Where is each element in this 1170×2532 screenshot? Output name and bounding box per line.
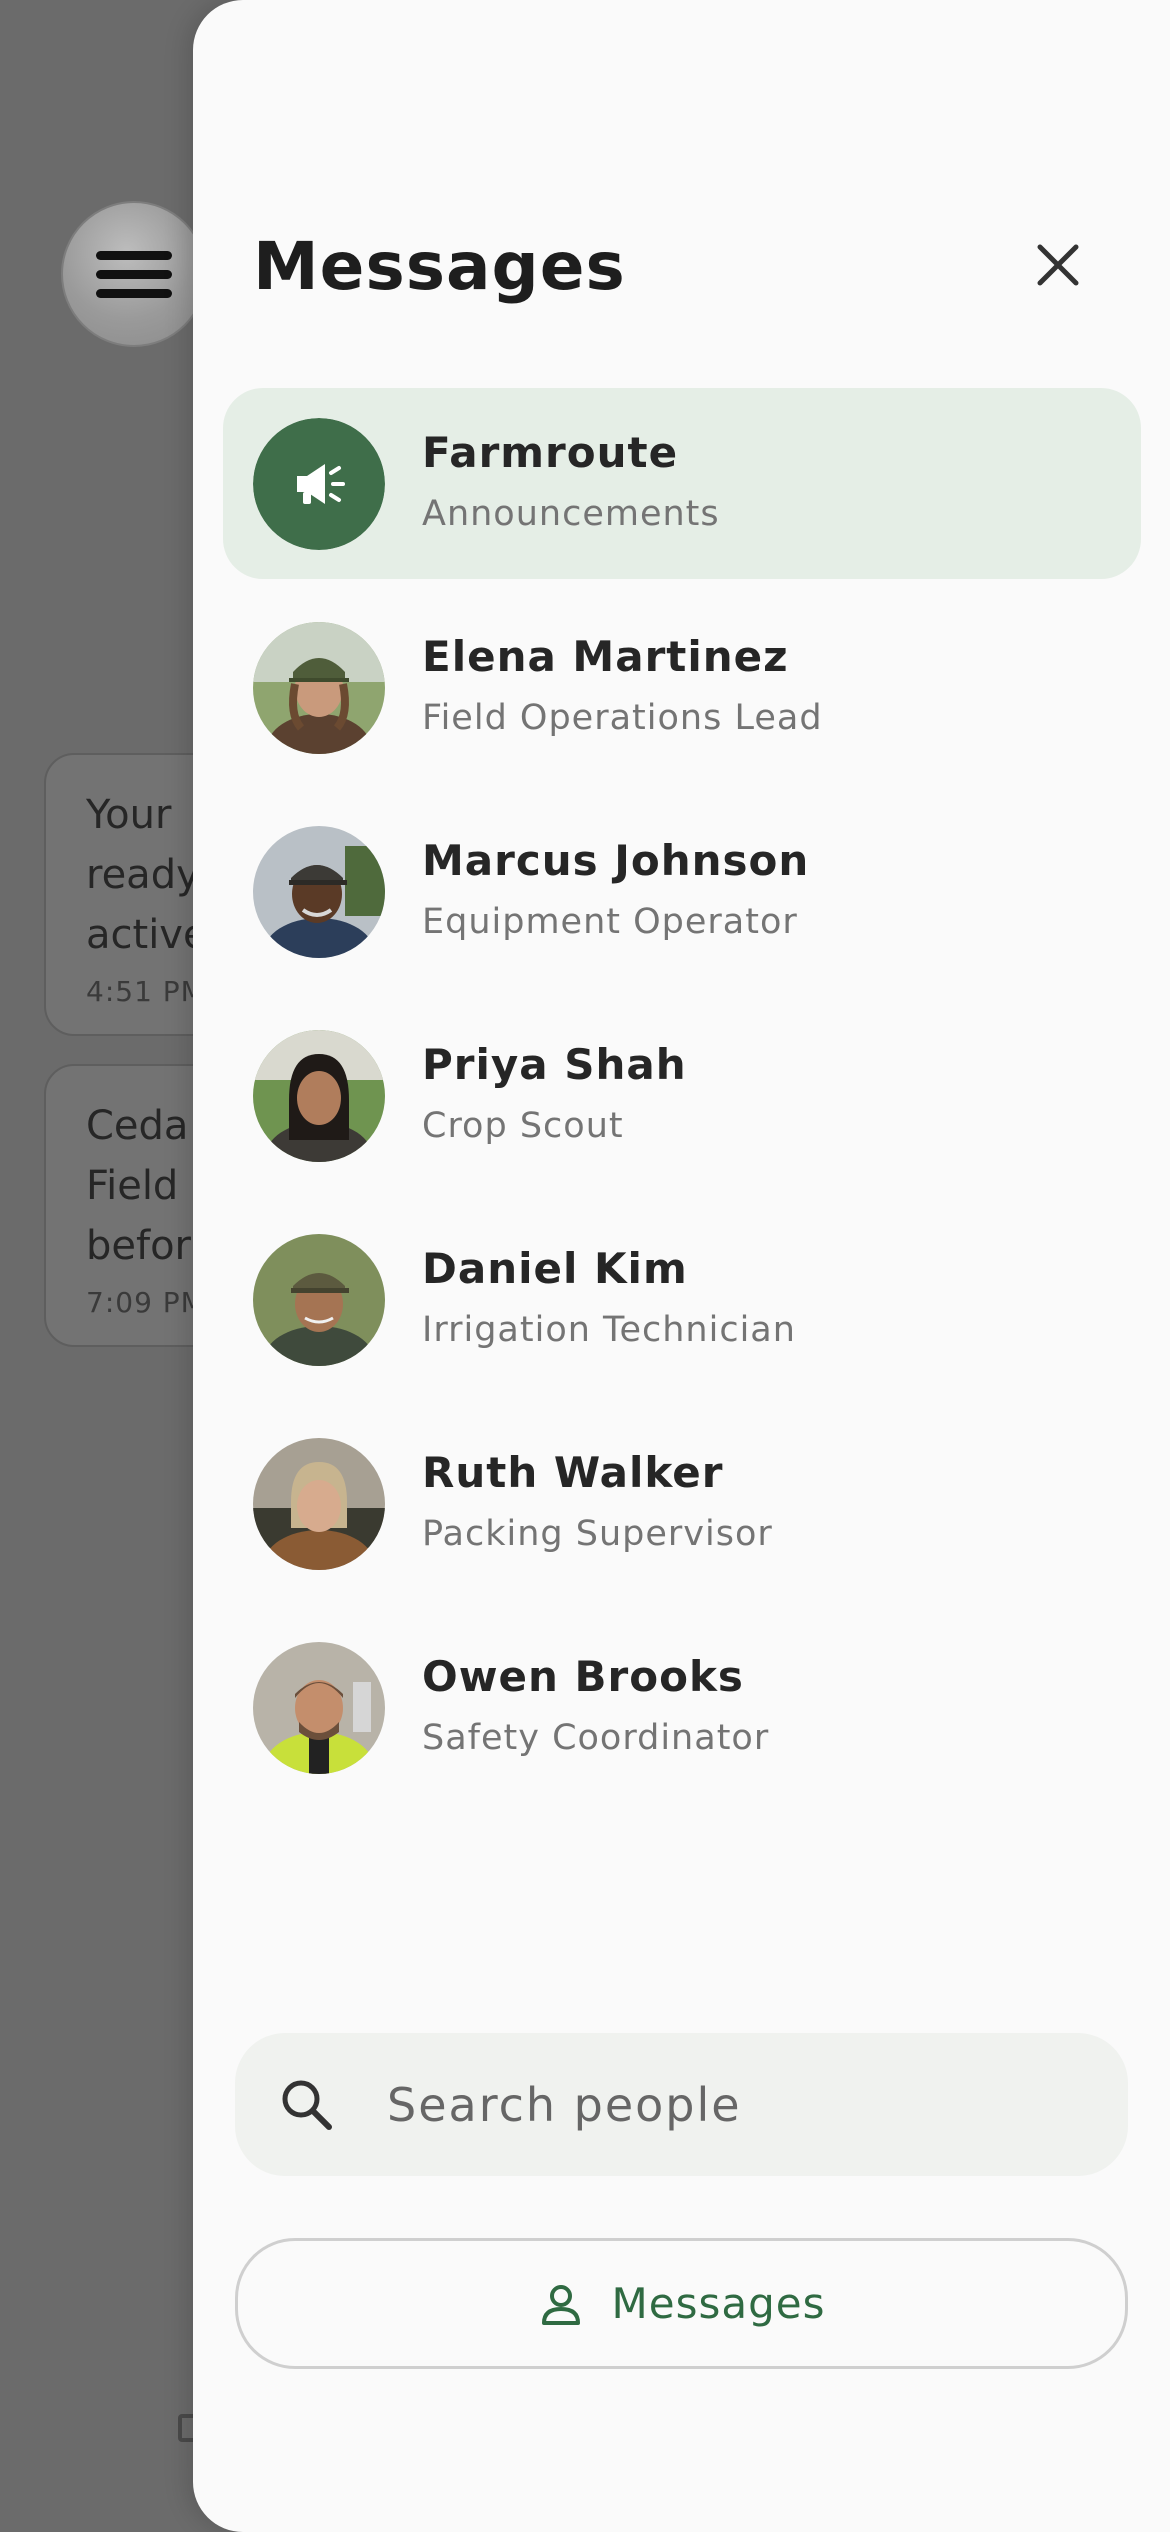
contact-role: Packing Supervisor xyxy=(422,1514,773,1554)
avatar xyxy=(253,826,385,958)
contact-item-daniel-kim[interactable]: Daniel Kim Irrigation Technician xyxy=(223,1204,1141,1395)
contact-role: Irrigation Technician xyxy=(422,1310,796,1350)
person-icon xyxy=(541,2284,580,2325)
contact-item-elena-martinez[interactable]: Elena Martinez Field Operations Lead xyxy=(223,592,1141,783)
search-field[interactable] xyxy=(235,2033,1128,2176)
contact-name: Elena Martinez xyxy=(422,632,789,681)
drawer-title: Messages xyxy=(253,228,626,305)
search-icon xyxy=(282,2080,332,2130)
contact-item-farmroute[interactable]: Farmroute Announcements xyxy=(223,388,1141,579)
contact-item-owen-brooks[interactable]: Owen Brooks Safety Coordinator xyxy=(223,1612,1141,1803)
contact-item-ruth-walker[interactable]: Ruth Walker Packing Supervisor xyxy=(223,1408,1141,1599)
contact-name: Farmroute xyxy=(422,428,679,477)
contact-role: Equipment Operator xyxy=(422,902,798,942)
contact-name: Ruth Walker xyxy=(422,1448,724,1497)
avatar xyxy=(253,622,385,754)
contact-role: Field Operations Lead xyxy=(422,698,823,738)
contact-name: Priya Shah xyxy=(422,1040,687,1089)
menu-button[interactable] xyxy=(61,201,207,347)
contact-role: Announcements xyxy=(422,494,720,534)
close-button[interactable] xyxy=(1023,230,1093,300)
contact-list: Farmroute Announcements Elena Martinez F… xyxy=(223,388,1141,1816)
avatar xyxy=(253,1234,385,1366)
megaphone-icon xyxy=(253,418,385,550)
contact-name: Marcus Johnson xyxy=(422,836,810,885)
avatar xyxy=(253,1438,385,1570)
contact-name: Owen Brooks xyxy=(422,1652,744,1701)
close-icon xyxy=(1037,244,1079,286)
search-input[interactable] xyxy=(385,2063,1089,2147)
messages-button-label: Messages xyxy=(611,2279,826,2328)
avatar xyxy=(253,1642,385,1774)
messages-button[interactable]: Messages xyxy=(235,2238,1128,2369)
contact-name: Daniel Kim xyxy=(422,1244,688,1293)
contact-role: Crop Scout xyxy=(422,1106,624,1146)
contact-item-priya-shah[interactable]: Priya Shah Crop Scout xyxy=(223,1000,1141,1191)
messages-drawer: Messages Farmroute Announcements Elena M… xyxy=(193,0,1170,2532)
app-screen: Your ready active 4:51 PM Ceda Field bef… xyxy=(0,0,1170,2532)
avatar xyxy=(253,1030,385,1162)
hamburger-icon xyxy=(96,241,172,308)
contact-role: Safety Coordinator xyxy=(422,1718,770,1758)
announcements-avatar xyxy=(253,418,385,550)
contact-item-marcus-johnson[interactable]: Marcus Johnson Equipment Operator xyxy=(223,796,1141,987)
